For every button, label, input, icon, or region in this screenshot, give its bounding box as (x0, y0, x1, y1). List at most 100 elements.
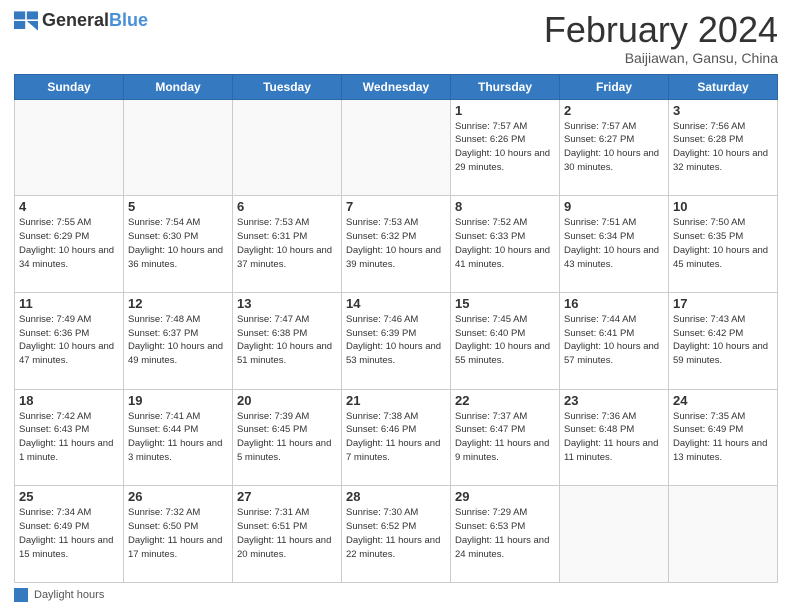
day-number: 9 (564, 199, 664, 214)
day-number: 11 (19, 296, 119, 311)
calendar-header-row: SundayMondayTuesdayWednesdayThursdayFrid… (15, 74, 778, 99)
calendar-cell: 18 Sunrise: 7:42 AM Sunset: 6:43 PM Dayli… (15, 389, 124, 486)
day-number: 18 (19, 393, 119, 408)
day-info: Sunrise: 7:53 AM Sunset: 6:32 PM Dayligh… (346, 216, 446, 271)
day-header: Tuesday (233, 74, 342, 99)
calendar-cell: 9 Sunrise: 7:51 AM Sunset: 6:34 PM Daylig… (560, 196, 669, 293)
day-number: 4 (19, 199, 119, 214)
day-number: 22 (455, 393, 555, 408)
calendar-cell: 13 Sunrise: 7:47 AM Sunset: 6:38 PM Dayli… (233, 292, 342, 389)
day-info: Sunrise: 7:43 AM Sunset: 6:42 PM Dayligh… (673, 313, 773, 368)
day-info: Sunrise: 7:48 AM Sunset: 6:37 PM Dayligh… (128, 313, 228, 368)
day-number: 14 (346, 296, 446, 311)
calendar-cell: 16Sunrise: 7:44 AM Sunset: 6:41 PM Dayli… (560, 292, 669, 389)
logo-blue: Blue (109, 10, 148, 30)
day-number: 26 (128, 489, 228, 504)
day-info: Sunrise: 7:57 AM Sunset: 6:26 PM Dayligh… (455, 120, 555, 175)
day-info: Sunrise: 7:41 AM Sunset: 6:44 PM Dayligh… (128, 410, 228, 465)
day-info: Sunrise: 7:55 AM Sunset: 6:29 PM Dayligh… (19, 216, 119, 271)
day-info: Sunrise: 7:36 AM Sunset: 6:48 PM Dayligh… (564, 410, 664, 465)
legend-label: Daylight hours (34, 589, 104, 601)
calendar-cell: 7 Sunrise: 7:53 AM Sunset: 6:32 PM Daylig… (342, 196, 451, 293)
calendar-cell (560, 486, 669, 583)
day-info: Sunrise: 7:42 AM Sunset: 6:43 PM Dayligh… (19, 410, 119, 465)
calendar-table: SundayMondayTuesdayWednesdayThursdayFrid… (14, 74, 778, 583)
calendar-cell: 21 Sunrise: 7:38 AM Sunset: 6:46 PM Dayli… (342, 389, 451, 486)
day-info: Sunrise: 7:39 AM Sunset: 6:45 PM Dayligh… (237, 410, 337, 465)
day-number: 8 (455, 199, 555, 214)
calendar-cell: 22 Sunrise: 7:37 AM Sunset: 6:47 PM Dayli… (451, 389, 560, 486)
day-info: Sunrise: 7:35 AM Sunset: 6:49 PM Dayligh… (673, 410, 773, 465)
day-number: 25 (19, 489, 119, 504)
legend-box (14, 588, 28, 602)
calendar-week-row: 18 Sunrise: 7:42 AM Sunset: 6:43 PM Dayli… (15, 389, 778, 486)
calendar-cell: 15 Sunrise: 7:45 AM Sunset: 6:40 PM Dayli… (451, 292, 560, 389)
day-header: Friday (560, 74, 669, 99)
calendar-week-row: 1 Sunrise: 7:57 AM Sunset: 6:26 PM Daylig… (15, 99, 778, 196)
calendar-cell: 17Sunrise: 7:43 AM Sunset: 6:42 PM Dayli… (669, 292, 778, 389)
calendar-cell: 3Sunrise: 7:56 AM Sunset: 6:28 PM Daylig… (669, 99, 778, 196)
calendar-week-row: 25 Sunrise: 7:34 AM Sunset: 6:49 PM Dayli… (15, 486, 778, 583)
calendar-cell (15, 99, 124, 196)
day-info: Sunrise: 7:38 AM Sunset: 6:46 PM Dayligh… (346, 410, 446, 465)
day-info: Sunrise: 7:56 AM Sunset: 6:28 PM Dayligh… (673, 120, 773, 175)
month-title: February 2024 (544, 10, 778, 50)
day-header: Wednesday (342, 74, 451, 99)
calendar-cell (342, 99, 451, 196)
day-number: 1 (455, 103, 555, 118)
legend: Daylight hours (14, 588, 778, 602)
calendar-cell: 20Sunrise: 7:39 AM Sunset: 6:45 PM Dayli… (233, 389, 342, 486)
day-number: 28 (346, 489, 446, 504)
logo-general: General (42, 10, 109, 30)
calendar-cell: 8 Sunrise: 7:52 AM Sunset: 6:33 PM Daylig… (451, 196, 560, 293)
header: GeneralBlue February 2024 Baijiawan, Gan… (14, 10, 778, 66)
day-number: 6 (237, 199, 337, 214)
day-info: Sunrise: 7:30 AM Sunset: 6:52 PM Dayligh… (346, 506, 446, 561)
logo-icon (14, 11, 38, 31)
calendar-cell (233, 99, 342, 196)
calendar-cell: 1 Sunrise: 7:57 AM Sunset: 6:26 PM Daylig… (451, 99, 560, 196)
day-header: Thursday (451, 74, 560, 99)
calendar-week-row: 11 Sunrise: 7:49 AM Sunset: 6:36 PM Dayli… (15, 292, 778, 389)
calendar-cell (124, 99, 233, 196)
day-header: Saturday (669, 74, 778, 99)
day-number: 24 (673, 393, 773, 408)
calendar-cell: 23 Sunrise: 7:36 AM Sunset: 6:48 PM Dayli… (560, 389, 669, 486)
day-info: Sunrise: 7:32 AM Sunset: 6:50 PM Dayligh… (128, 506, 228, 561)
day-info: Sunrise: 7:37 AM Sunset: 6:47 PM Dayligh… (455, 410, 555, 465)
calendar-cell: 25 Sunrise: 7:34 AM Sunset: 6:49 PM Dayli… (15, 486, 124, 583)
calendar-week-row: 4 Sunrise: 7:55 AM Sunset: 6:29 PM Daylig… (15, 196, 778, 293)
calendar-cell: 28 Sunrise: 7:30 AM Sunset: 6:52 PM Dayli… (342, 486, 451, 583)
day-number: 2 (564, 103, 664, 118)
calendar-cell: 2 Sunrise: 7:57 AM Sunset: 6:27 PM Daylig… (560, 99, 669, 196)
calendar-cell: 6 Sunrise: 7:53 AM Sunset: 6:31 PM Daylig… (233, 196, 342, 293)
day-info: Sunrise: 7:57 AM Sunset: 6:27 PM Dayligh… (564, 120, 664, 175)
day-info: Sunrise: 7:51 AM Sunset: 6:34 PM Dayligh… (564, 216, 664, 271)
day-number: 10 (673, 199, 773, 214)
day-number: 15 (455, 296, 555, 311)
day-info: Sunrise: 7:50 AM Sunset: 6:35 PM Dayligh… (673, 216, 773, 271)
day-number: 29 (455, 489, 555, 504)
day-info: Sunrise: 7:52 AM Sunset: 6:33 PM Dayligh… (455, 216, 555, 271)
day-number: 21 (346, 393, 446, 408)
logo: GeneralBlue (14, 10, 148, 31)
day-number: 13 (237, 296, 337, 311)
day-info: Sunrise: 7:34 AM Sunset: 6:49 PM Dayligh… (19, 506, 119, 561)
calendar-cell: 12Sunrise: 7:48 AM Sunset: 6:37 PM Dayli… (124, 292, 233, 389)
location: Baijiawan, Gansu, China (544, 50, 778, 66)
day-info: Sunrise: 7:29 AM Sunset: 6:53 PM Dayligh… (455, 506, 555, 561)
day-info: Sunrise: 7:46 AM Sunset: 6:39 PM Dayligh… (346, 313, 446, 368)
page-container: GeneralBlue February 2024 Baijiawan, Gan… (0, 0, 792, 612)
day-info: Sunrise: 7:53 AM Sunset: 6:31 PM Dayligh… (237, 216, 337, 271)
day-number: 16 (564, 296, 664, 311)
day-info: Sunrise: 7:47 AM Sunset: 6:38 PM Dayligh… (237, 313, 337, 368)
day-number: 27 (237, 489, 337, 504)
day-number: 23 (564, 393, 664, 408)
calendar-cell: 11 Sunrise: 7:49 AM Sunset: 6:36 PM Dayli… (15, 292, 124, 389)
day-info: Sunrise: 7:31 AM Sunset: 6:51 PM Dayligh… (237, 506, 337, 561)
day-info: Sunrise: 7:49 AM Sunset: 6:36 PM Dayligh… (19, 313, 119, 368)
calendar-cell: 14 Sunrise: 7:46 AM Sunset: 6:39 PM Dayli… (342, 292, 451, 389)
title-block: February 2024 Baijiawan, Gansu, China (544, 10, 778, 66)
day-info: Sunrise: 7:45 AM Sunset: 6:40 PM Dayligh… (455, 313, 555, 368)
day-number: 7 (346, 199, 446, 214)
